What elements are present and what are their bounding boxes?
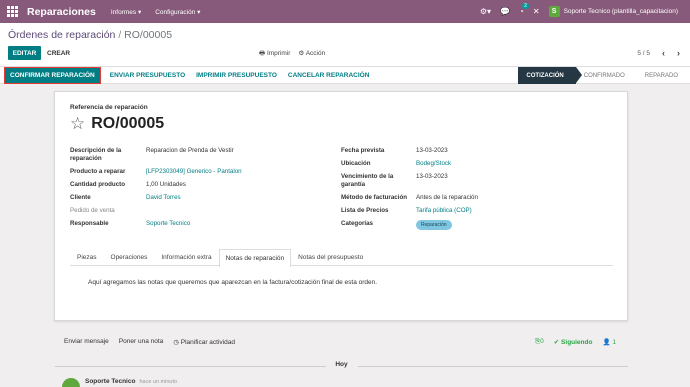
- chatter: Enviar mensaje Poner una nota ◷ Planific…: [0, 334, 690, 354]
- gear-icon: ⚙: [298, 50, 305, 57]
- menu-informes[interactable]: Informes ▾: [111, 8, 141, 16]
- field-label: Categorías: [341, 220, 373, 227]
- field-label: Vencimiento de la garantía: [341, 173, 394, 188]
- following-button[interactable]: ✔ Siguiendo: [554, 338, 593, 346]
- field-label: Ubicación: [341, 160, 371, 167]
- product-field[interactable]: [LFP2303049] Generico - Pantalon: [146, 168, 242, 180]
- location-field[interactable]: Bodeg/Stock: [416, 160, 451, 172]
- stage-cotizacion[interactable]: COTIZACIÓN: [518, 67, 583, 84]
- clock-icon: ◷: [173, 339, 179, 346]
- star-icon[interactable]: ☆: [70, 114, 85, 134]
- edit-button[interactable]: EDITAR: [8, 46, 41, 60]
- field-label: Responsable: [70, 220, 109, 227]
- warranty-field[interactable]: 13-03-2023: [416, 173, 448, 193]
- fields-right: Fecha prevista 13-03-2023 Ubicación Bodeg/…: [341, 147, 611, 233]
- customer-field[interactable]: David Torres: [146, 194, 181, 206]
- tools-icon[interactable]: ✕: [533, 7, 540, 16]
- fields-left: Descripción de la reparación Reparacion d…: [70, 147, 340, 233]
- field-label: Lista de Precios: [341, 207, 389, 214]
- action-dropdown[interactable]: ⚙ Acción: [298, 49, 325, 60]
- field-label: Pedido de venta: [70, 207, 115, 214]
- description-field[interactable]: Reparacion de Prenda de Vestir: [146, 147, 234, 167]
- record-title: RO/00005: [91, 115, 165, 132]
- print-quote-button[interactable]: IMPRIMIR PRESUPUESTO: [196, 72, 277, 79]
- user-menu[interactable]: S Soporte Tecnico (plantilla_capacitacio…: [548, 6, 678, 17]
- breadcrumb-parent[interactable]: Órdenes de reparación: [8, 29, 115, 41]
- ref-label: Referencia de reparación: [70, 104, 148, 111]
- avatar: [62, 378, 80, 387]
- user-name: Soporte Tecnico (plantilla_capacitacion): [563, 8, 678, 15]
- breadcrumb-current: RO/00005: [124, 29, 173, 41]
- quantity-field[interactable]: 1,00 Unidades: [146, 181, 186, 193]
- responsible-field[interactable]: Soporte Tecnico: [146, 220, 190, 232]
- activity-badge: 2: [522, 3, 529, 9]
- pager-prev-icon[interactable]: ‹: [662, 48, 665, 58]
- tab-informacion-extra[interactable]: Información extra: [154, 249, 218, 265]
- stage-reparado[interactable]: REPARADO: [637, 67, 690, 84]
- field-label: Fecha prevista: [341, 147, 385, 154]
- repair-notes[interactable]: Aquí agregamos las notas que queremos qu…: [88, 279, 377, 286]
- schedule-activity-button[interactable]: ◷ Planificar actividad: [173, 338, 235, 346]
- field-label: Producto a reparar: [70, 168, 126, 175]
- message-time: hace un minuto: [139, 379, 178, 385]
- notebook-tabs: Piezas Operaciones Información extra Not…: [70, 249, 613, 267]
- field-label: Cantidad producto: [70, 181, 125, 188]
- apps-menu-icon[interactable]: [7, 6, 19, 17]
- chatter-message: Soporte Tecnico hace un minuto: [62, 378, 177, 387]
- create-button[interactable]: CREAR: [47, 46, 70, 60]
- top-navbar: Reparaciones Informes ▾ Configuración ▾ …: [0, 0, 690, 23]
- confirm-repair-button[interactable]: CONFIRMAR REPARACIÓN: [4, 66, 101, 84]
- avatar: S: [548, 6, 560, 17]
- send-message-button[interactable]: Enviar mensaje: [64, 338, 109, 346]
- category-tag[interactable]: Reparación: [416, 220, 452, 230]
- activity-icon[interactable]: ◔ 2: [519, 3, 529, 16]
- print-icon: 🖶: [259, 50, 266, 57]
- followers-button[interactable]: 👤 1: [602, 338, 616, 346]
- pricelist-field[interactable]: Tarifa pública (COP): [416, 207, 472, 219]
- field-label: Cliente: [70, 194, 91, 201]
- invoice-method-field[interactable]: Antes de la reparación: [416, 194, 478, 206]
- attachments-button[interactable]: ⎘0: [535, 338, 544, 346]
- tab-notas-reparacion[interactable]: Notas de reparación: [218, 249, 292, 267]
- tab-piezas[interactable]: Piezas: [70, 249, 104, 265]
- chat-icon[interactable]: 💬: [500, 7, 510, 16]
- day-label: Hoy: [325, 361, 358, 368]
- log-note-button[interactable]: Poner una nota: [119, 338, 163, 346]
- form-sheet: Referencia de reparación ☆ RO/00005 Desc…: [54, 91, 628, 321]
- pager-next-icon[interactable]: ›: [677, 48, 680, 58]
- tab-notas-presupuesto[interactable]: Notas del presupuesto: [291, 249, 370, 265]
- control-panel: Órdenes de reparación / RO/00005 EDITAR …: [0, 23, 690, 67]
- stage-confirmado[interactable]: CONFIRMADO: [576, 67, 637, 84]
- stage-bar: COTIZACIÓN CONFIRMADO REPARADO: [518, 67, 690, 84]
- field-label: Método de facturación: [341, 194, 408, 201]
- print-dropdown[interactable]: 🖶 Imprimir: [259, 49, 290, 60]
- breadcrumb-separator: /: [118, 29, 122, 41]
- send-quote-button[interactable]: ENVIAR PRESUPUESTO: [110, 72, 185, 79]
- menu-configuracion[interactable]: Configuración ▾: [155, 8, 200, 16]
- scheduled-date-field[interactable]: 13-03-2023: [416, 147, 448, 159]
- message-author[interactable]: Soporte Tecnico: [85, 378, 135, 385]
- pager: 5 / 5 ‹ ›: [637, 48, 680, 58]
- check-icon: ✔: [553, 339, 560, 346]
- field-label: Descripción de la reparación: [70, 147, 122, 162]
- bug-icon[interactable]: ⚙▾: [480, 7, 491, 16]
- user-icon: 👤: [602, 339, 611, 346]
- breadcrumb: Órdenes de reparación / RO/00005: [8, 29, 172, 41]
- statusbar: CONFIRMAR REPARACIÓN ENVIAR PRESUPUESTO …: [0, 66, 690, 84]
- day-separator: Hoy: [55, 361, 628, 371]
- cancel-repair-button[interactable]: CANCELAR REPARACIÓN: [288, 72, 370, 79]
- tab-operaciones[interactable]: Operaciones: [104, 249, 155, 265]
- app-name[interactable]: Reparaciones: [27, 6, 96, 18]
- pager-value[interactable]: 5 / 5: [637, 50, 650, 57]
